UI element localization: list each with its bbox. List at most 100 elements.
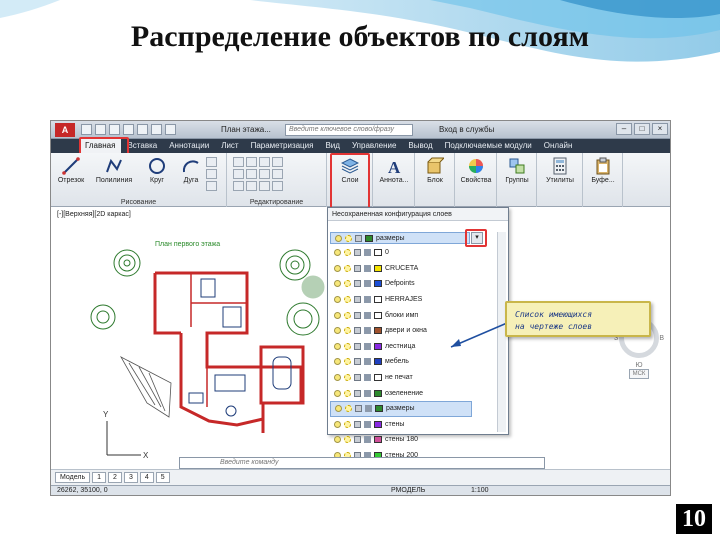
layer-thaw-icon[interactable]: [345, 405, 352, 413]
layer-plot-icon[interactable]: [364, 374, 371, 382]
tab-manage[interactable]: Управление: [346, 139, 402, 153]
layer-color-swatch[interactable]: [374, 389, 382, 397]
tab-parametric[interactable]: Параметризация: [245, 139, 320, 153]
layer-on-icon[interactable]: [334, 280, 341, 288]
layer-thaw-icon[interactable]: [344, 420, 351, 428]
layer-on-icon[interactable]: [334, 327, 341, 335]
layer-thaw-icon[interactable]: [344, 436, 351, 444]
layer-lock-icon[interactable]: [354, 296, 361, 304]
layer-plot-icon[interactable]: [364, 436, 371, 444]
layer-on-icon[interactable]: [334, 296, 341, 304]
stretch-icon[interactable]: [233, 181, 244, 191]
layer-lock-icon[interactable]: [354, 420, 361, 428]
layer-row[interactable]: 0: [330, 245, 472, 261]
new-file-icon[interactable]: [81, 124, 92, 135]
layer-lock-icon[interactable]: [354, 311, 361, 319]
layer-lock-icon[interactable]: [354, 327, 361, 335]
layer-plot-icon[interactable]: [364, 389, 371, 397]
layer-thaw-icon[interactable]: [344, 249, 351, 257]
layer-row[interactable]: Defpoints: [330, 276, 472, 292]
layer-row[interactable]: размеры: [330, 400, 472, 417]
block-button[interactable]: Блок: [419, 157, 451, 184]
layer-color-swatch[interactable]: [375, 405, 383, 413]
maximize-icon[interactable]: □: [634, 123, 650, 135]
layer-on-icon[interactable]: [335, 234, 342, 242]
layer-lock-icon[interactable]: [355, 234, 362, 242]
layer-lock-icon[interactable]: [354, 249, 361, 257]
tab-model[interactable]: Модель: [55, 472, 91, 483]
layer-plot-icon[interactable]: [364, 358, 371, 366]
layer-on-icon[interactable]: [334, 249, 341, 257]
tab-plugins[interactable]: Подключаемые модули: [439, 139, 538, 153]
offset-icon[interactable]: [272, 181, 283, 191]
layer-plot-icon[interactable]: [364, 296, 371, 304]
search-input[interactable]: Введите ключевое слово/фразу: [285, 124, 413, 136]
save-as-icon[interactable]: [123, 124, 134, 135]
circle-button[interactable]: Круг: [141, 157, 173, 184]
layer-lock-icon[interactable]: [355, 405, 362, 413]
explode-icon[interactable]: [272, 169, 283, 179]
hatch-icon[interactable]: [206, 169, 217, 179]
arc-button[interactable]: Дуга: [175, 157, 207, 184]
layer-lock-icon[interactable]: [354, 436, 361, 444]
layer-row[interactable]: стены: [330, 417, 472, 433]
layer-color-swatch[interactable]: [374, 436, 382, 444]
polyline-button[interactable]: Полилиния: [95, 157, 133, 184]
tab-layout-1[interactable]: 1: [92, 472, 107, 483]
undo-icon[interactable]: [151, 124, 162, 135]
tab-output[interactable]: Вывод: [402, 139, 438, 153]
login-button[interactable]: Вход в службы: [439, 125, 494, 134]
layer-color-swatch[interactable]: [374, 280, 382, 288]
rotate-icon[interactable]: [246, 157, 257, 167]
layer-lock-icon[interactable]: [354, 389, 361, 397]
layer-color-swatch[interactable]: [374, 296, 382, 304]
save-icon[interactable]: [109, 124, 120, 135]
scale-icon[interactable]: [246, 181, 257, 191]
layer-thaw-icon[interactable]: [344, 296, 351, 304]
tab-annotate[interactable]: Аннотации: [163, 139, 215, 153]
rectangle-icon[interactable]: [206, 157, 217, 167]
model-space-toggle[interactable]: РМОДЕЛЬ: [391, 487, 425, 494]
layer-thaw-icon[interactable]: [344, 358, 351, 366]
layer-plot-icon[interactable]: [365, 405, 372, 413]
layer-color-swatch[interactable]: [374, 420, 382, 428]
annotation-scale[interactable]: 1:100: [471, 487, 489, 494]
layer-color-swatch[interactable]: [374, 264, 382, 272]
tab-layout-2[interactable]: 2: [108, 472, 122, 483]
layer-color-swatch[interactable]: [374, 249, 382, 257]
layer-thaw-icon[interactable]: [344, 389, 351, 397]
layer-on-icon[interactable]: [334, 311, 341, 319]
current-layer[interactable]: размеры: [330, 232, 470, 244]
layer-color-swatch[interactable]: [374, 327, 382, 335]
layer-thaw-icon[interactable]: [344, 342, 351, 350]
layer-on-icon[interactable]: [334, 374, 341, 382]
layer-on-icon[interactable]: [334, 358, 341, 366]
layer-color-swatch[interactable]: [365, 234, 373, 242]
layer-plot-icon[interactable]: [364, 249, 371, 257]
layer-thaw-icon[interactable]: [344, 264, 351, 272]
layer-lock-icon[interactable]: [354, 264, 361, 272]
layer-on-icon[interactable]: [334, 389, 341, 397]
tab-layout-4[interactable]: 4: [139, 472, 154, 483]
tab-view[interactable]: Вид: [319, 139, 345, 153]
groups-button[interactable]: Группы: [501, 157, 533, 184]
trim-icon[interactable]: [259, 157, 270, 167]
layer-row[interactable]: CRUCETA: [330, 261, 472, 277]
layer-on-icon[interactable]: [334, 264, 341, 272]
line-button[interactable]: Отрезок: [55, 157, 87, 184]
tab-layout-5[interactable]: 5: [155, 472, 170, 483]
clipboard-button[interactable]: Буфе...: [587, 157, 619, 184]
tab-online[interactable]: Онлайн: [538, 139, 579, 153]
layer-thaw-icon[interactable]: [345, 234, 352, 242]
properties-button[interactable]: Свойства: [460, 157, 492, 184]
open-file-icon[interactable]: [95, 124, 106, 135]
minimize-icon[interactable]: –: [616, 123, 632, 135]
close-icon[interactable]: ×: [652, 123, 668, 135]
gradient-icon[interactable]: [206, 181, 217, 191]
copy-icon[interactable]: [233, 169, 244, 179]
move-icon[interactable]: [233, 157, 244, 167]
array-icon[interactable]: [259, 181, 270, 191]
layer-color-swatch[interactable]: [374, 374, 382, 382]
layer-thaw-icon[interactable]: [344, 280, 351, 288]
layer-color-swatch[interactable]: [374, 311, 382, 319]
